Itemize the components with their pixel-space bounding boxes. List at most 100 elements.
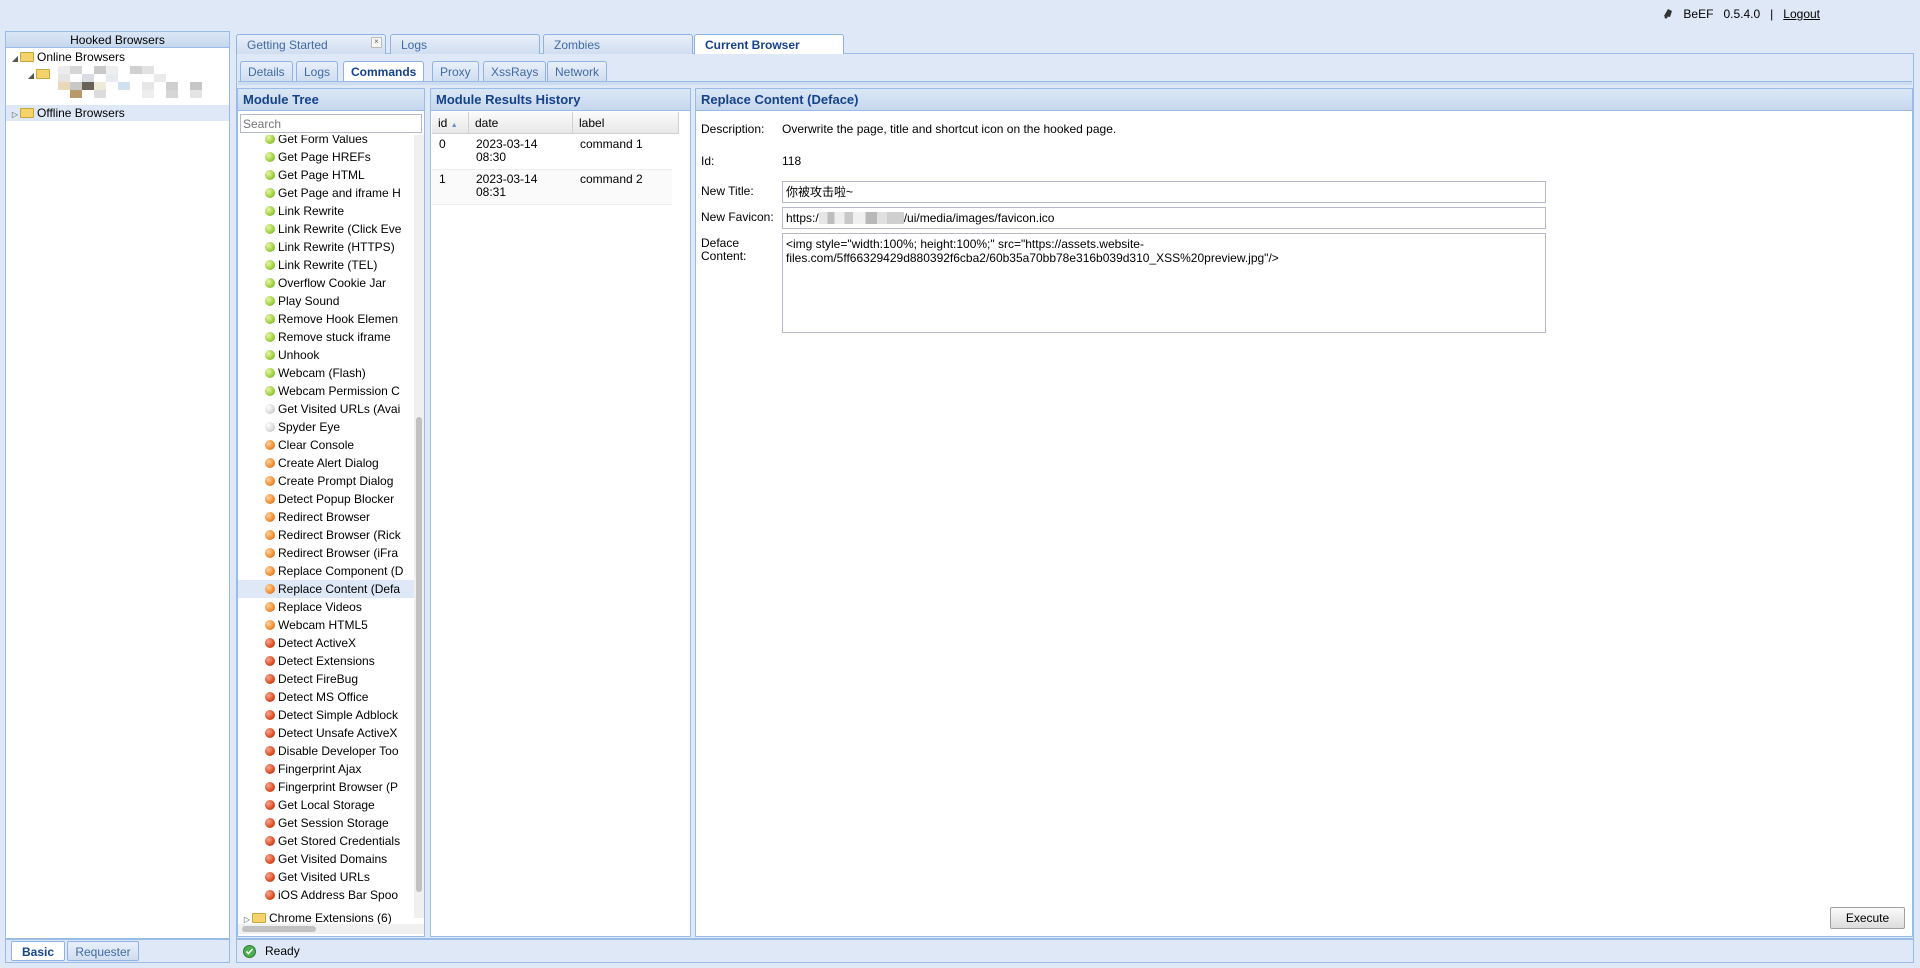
column-label[interactable]: label <box>573 112 679 134</box>
module-item[interactable]: Redirect Browser (iFra <box>265 544 398 562</box>
deface-content-textarea[interactable]: <img style="width:100%; height:100%;" sr… <box>782 233 1546 333</box>
subtab-network[interactable]: Network <box>547 61 608 81</box>
module-item[interactable]: Get Visited Domains <box>265 850 387 868</box>
module-item[interactable]: Get Stored Credentials <box>265 832 401 850</box>
tab-getting-started[interactable]: Getting Started × <box>236 34 386 54</box>
module-item[interactable]: Remove stuck iframe <box>265 328 391 346</box>
execute-button[interactable]: Execute <box>1830 907 1905 929</box>
module-item[interactable]: Create Prompt Dialog <box>265 472 394 490</box>
module-item[interactable]: Webcam HTML5 <box>265 616 368 634</box>
logout-link[interactable]: Logout <box>1783 7 1820 21</box>
row-id: 0 <box>439 137 446 151</box>
green-status-icon <box>265 368 275 378</box>
subtab-details[interactable]: Details <box>240 61 293 81</box>
module-label: Detect Simple Adblock <box>278 708 399 722</box>
table-row[interactable]: 1 2023-03-14 08:31 command 2 <box>432 170 672 205</box>
module-item[interactable]: Redirect Browser (Rick <box>265 526 401 544</box>
module-item[interactable]: Webcam Permission C <box>265 382 400 400</box>
module-item[interactable]: Get Visited URLs <box>265 868 370 886</box>
status-text: Ready <box>265 944 300 958</box>
table-row[interactable]: 0 2023-03-14 08:30 command 1 <box>432 135 672 170</box>
column-id[interactable]: id ▲ <box>432 112 469 134</box>
module-item[interactable]: Get Visited URLs (Avai <box>265 400 400 418</box>
subtab-proxy[interactable]: Proxy <box>432 61 479 81</box>
tab-logs[interactable]: Logs <box>390 34 540 54</box>
green-status-icon <box>265 242 275 252</box>
green-status-icon <box>265 170 275 180</box>
vertical-scrollbar[interactable] <box>414 135 424 918</box>
tab-zombies[interactable]: Zombies <box>543 34 693 54</box>
module-label: Get Stored Credentials <box>278 834 401 848</box>
module-item[interactable]: Play Sound <box>265 292 339 310</box>
horizontal-scrollbar[interactable] <box>238 924 424 934</box>
module-label: Detect FireBug <box>278 672 359 686</box>
module-label: Disable Developer Too <box>278 744 399 758</box>
close-icon[interactable]: × <box>371 37 382 48</box>
redacted-host-mosaic <box>58 66 206 100</box>
module-item[interactable]: Detect Simple Adblock <box>265 706 399 724</box>
vertical-scroll-thumb[interactable] <box>416 417 422 892</box>
id-value: 118 <box>782 154 802 168</box>
module-item[interactable]: Disable Developer Too <box>265 742 399 760</box>
module-item[interactable]: Replace Content (Defa <box>238 580 414 598</box>
module-item[interactable]: Clear Console <box>265 436 354 454</box>
online-browsers-node[interactable]: ◢ Online Browsers <box>10 49 125 65</box>
module-item[interactable]: Get Page HTML <box>265 166 365 184</box>
column-date[interactable]: date <box>469 112 573 134</box>
module-item[interactable]: Link Rewrite (HTTPS) <box>265 238 395 256</box>
module-item[interactable]: Detect MS Office <box>265 688 368 706</box>
tab-requester[interactable]: Requester <box>67 941 139 961</box>
module-item[interactable]: Link Rewrite (TEL) <box>265 256 377 274</box>
module-item[interactable]: Get Page and iframe H <box>265 184 401 202</box>
module-item[interactable]: Detect Unsafe ActiveX <box>265 724 397 742</box>
favicon-prefix: https:/ <box>786 211 819 225</box>
red-status-icon <box>265 674 275 684</box>
tab-current-browser[interactable]: Current Browser <box>694 34 844 54</box>
module-item[interactable]: Detect Popup Blocker <box>265 490 394 508</box>
module-item[interactable]: Link Rewrite <box>265 202 344 220</box>
module-label: Link Rewrite (Click Eve <box>278 222 402 236</box>
orange-status-icon <box>265 566 275 576</box>
offline-browsers-node[interactable]: ▷ Offline Browsers <box>6 105 229 121</box>
expand-triangle-icon[interactable]: ◢ <box>10 51 20 67</box>
module-item[interactable]: Get Session Storage <box>265 814 389 832</box>
module-item[interactable]: Detect FireBug <box>265 670 359 688</box>
module-item[interactable]: Webcam (Flash) <box>265 364 366 382</box>
module-item[interactable]: Spyder Eye <box>265 418 340 436</box>
module-item[interactable]: Detect Extensions <box>265 652 375 670</box>
module-label: Get Page HTML <box>278 168 365 182</box>
red-status-icon <box>265 656 275 666</box>
new-favicon-input[interactable]: https:/ /ui/media/images/favicon.ico <box>782 207 1546 229</box>
red-status-icon <box>265 728 275 738</box>
module-item[interactable]: Replace Component (D <box>265 562 403 580</box>
new-title-input[interactable]: 你被攻击啦~ <box>782 181 1546 203</box>
grey-status-icon <box>265 404 275 414</box>
module-item[interactable]: Get Page HREFs <box>265 148 371 166</box>
module-label: Create Prompt Dialog <box>278 474 394 488</box>
module-item[interactable]: Detect ActiveX <box>265 634 356 652</box>
module-item[interactable]: Redirect Browser <box>265 508 370 526</box>
module-item[interactable]: Create Alert Dialog <box>265 454 379 472</box>
hooked-host-node[interactable]: ◢ <box>26 66 53 82</box>
horizontal-scroll-thumb[interactable] <box>242 926 316 932</box>
module-item[interactable]: Fingerprint Browser (P <box>265 778 398 796</box>
module-item[interactable]: Unhook <box>265 346 319 364</box>
expand-triangle-icon[interactable]: ◢ <box>26 68 36 84</box>
module-item[interactable]: Fingerprint Ajax <box>265 760 361 778</box>
module-item[interactable]: iOS Address Bar Spoo <box>265 886 398 904</box>
module-item[interactable]: Replace Videos <box>265 598 362 616</box>
subtab-logs[interactable]: Logs <box>296 61 339 81</box>
collapsed-triangle-icon[interactable]: ▷ <box>10 107 20 123</box>
module-item[interactable]: Remove Hook Elemen <box>265 310 398 328</box>
red-status-icon <box>265 818 275 828</box>
orange-status-icon <box>265 440 275 450</box>
module-search-input[interactable] <box>240 114 422 133</box>
tab-basic[interactable]: Basic <box>11 941 65 961</box>
subtab-commands[interactable]: Commands <box>343 61 425 81</box>
redacted-host <box>818 212 904 224</box>
module-item[interactable]: Link Rewrite (Click Eve <box>265 220 402 238</box>
subtab-xssrays[interactable]: XssRays <box>483 61 547 81</box>
module-item[interactable]: Get Form Values <box>265 135 368 148</box>
module-item[interactable]: Get Local Storage <box>265 796 375 814</box>
module-item[interactable]: Overflow Cookie Jar <box>265 274 386 292</box>
